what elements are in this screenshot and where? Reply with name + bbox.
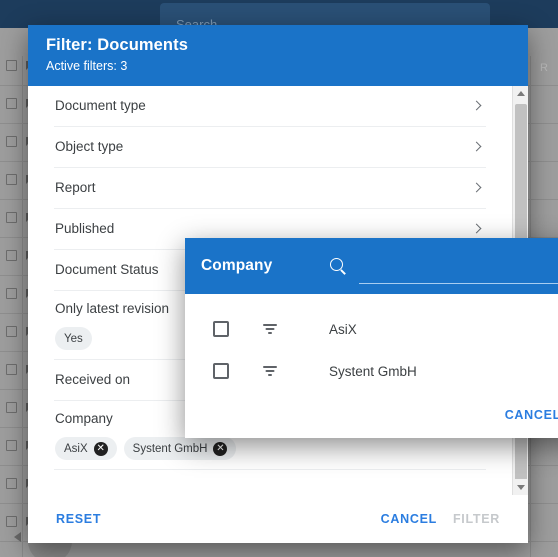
filter-row-label: Object type — [55, 139, 124, 154]
filter-dialog-title: Filter: Documents — [46, 36, 188, 54]
filter-row-label: Company — [55, 411, 113, 426]
filter-row-label: Report — [55, 180, 96, 195]
filter-list-icon[interactable] — [261, 320, 279, 338]
chip-label: Yes — [64, 332, 83, 345]
cancel-button[interactable]: CANCEL — [373, 506, 445, 532]
company-dialog: Company AsiX Systent GmbH CANCEL — [185, 238, 558, 438]
company-search-input[interactable] — [359, 260, 558, 284]
chevron-right-icon — [469, 98, 485, 114]
checkbox[interactable] — [213, 321, 229, 337]
chip-label: AsiX — [64, 442, 88, 455]
filter-dialog-subtitle: Active filters: 3 — [46, 59, 128, 73]
filter-row-report[interactable]: Report — [54, 168, 486, 209]
chip-remove-icon[interactable]: ✕ — [213, 441, 228, 456]
filter-row-chips: Yes — [55, 327, 92, 350]
chip-label: Systent GmbH — [132, 442, 208, 455]
background-pager-prev-icon[interactable] — [14, 532, 21, 542]
apply-filter-button[interactable]: FILTER — [445, 506, 508, 532]
company-dialog-title: Company — [201, 257, 273, 274]
company-cancel-button[interactable]: CANCEL — [497, 402, 558, 428]
company-option-row[interactable]: AsiX — [185, 308, 558, 350]
chevron-right-icon — [469, 139, 485, 155]
chevron-right-icon — [469, 180, 485, 196]
company-option-label: Systent GmbH — [329, 363, 417, 379]
filter-dialog-header: Filter: Documents Active filters: 3 — [28, 25, 528, 86]
filter-list-icon[interactable] — [261, 362, 279, 380]
company-option-row[interactable]: Systent GmbH — [185, 350, 558, 392]
chip[interactable]: Yes — [55, 327, 92, 350]
filter-row-object-type[interactable]: Object type — [54, 127, 486, 168]
scroll-up-arrow-icon[interactable] — [513, 86, 528, 102]
screen-root: Search R Filter: Documents Ac — [0, 0, 558, 557]
company-option-list: AsiX Systent GmbH — [185, 294, 558, 392]
chip[interactable]: AsiX ✕ — [55, 437, 117, 460]
checkbox[interactable] — [213, 363, 229, 379]
company-dialog-actions: CANCEL — [185, 392, 558, 438]
chevron-right-icon — [469, 221, 485, 237]
reset-button[interactable]: RESET — [48, 506, 109, 532]
company-dialog-header: Company — [185, 238, 558, 294]
filter-row-label: Document type — [55, 98, 146, 113]
company-option-label: AsiX — [329, 321, 357, 337]
filter-row-document-type[interactable]: Document type — [54, 86, 486, 127]
filter-row-chips: AsiX ✕ Systent GmbH ✕ — [55, 437, 237, 460]
scroll-down-arrow-icon[interactable] — [513, 479, 528, 495]
chip-remove-icon[interactable]: ✕ — [93, 441, 108, 456]
search-icon[interactable] — [329, 257, 347, 275]
filter-row-label: Published — [55, 221, 115, 236]
chip[interactable]: Systent GmbH ✕ — [123, 437, 237, 460]
filter-dialog-actions: RESET CANCEL FILTER — [28, 495, 528, 543]
filter-row-label: Only latest revision — [55, 301, 170, 316]
